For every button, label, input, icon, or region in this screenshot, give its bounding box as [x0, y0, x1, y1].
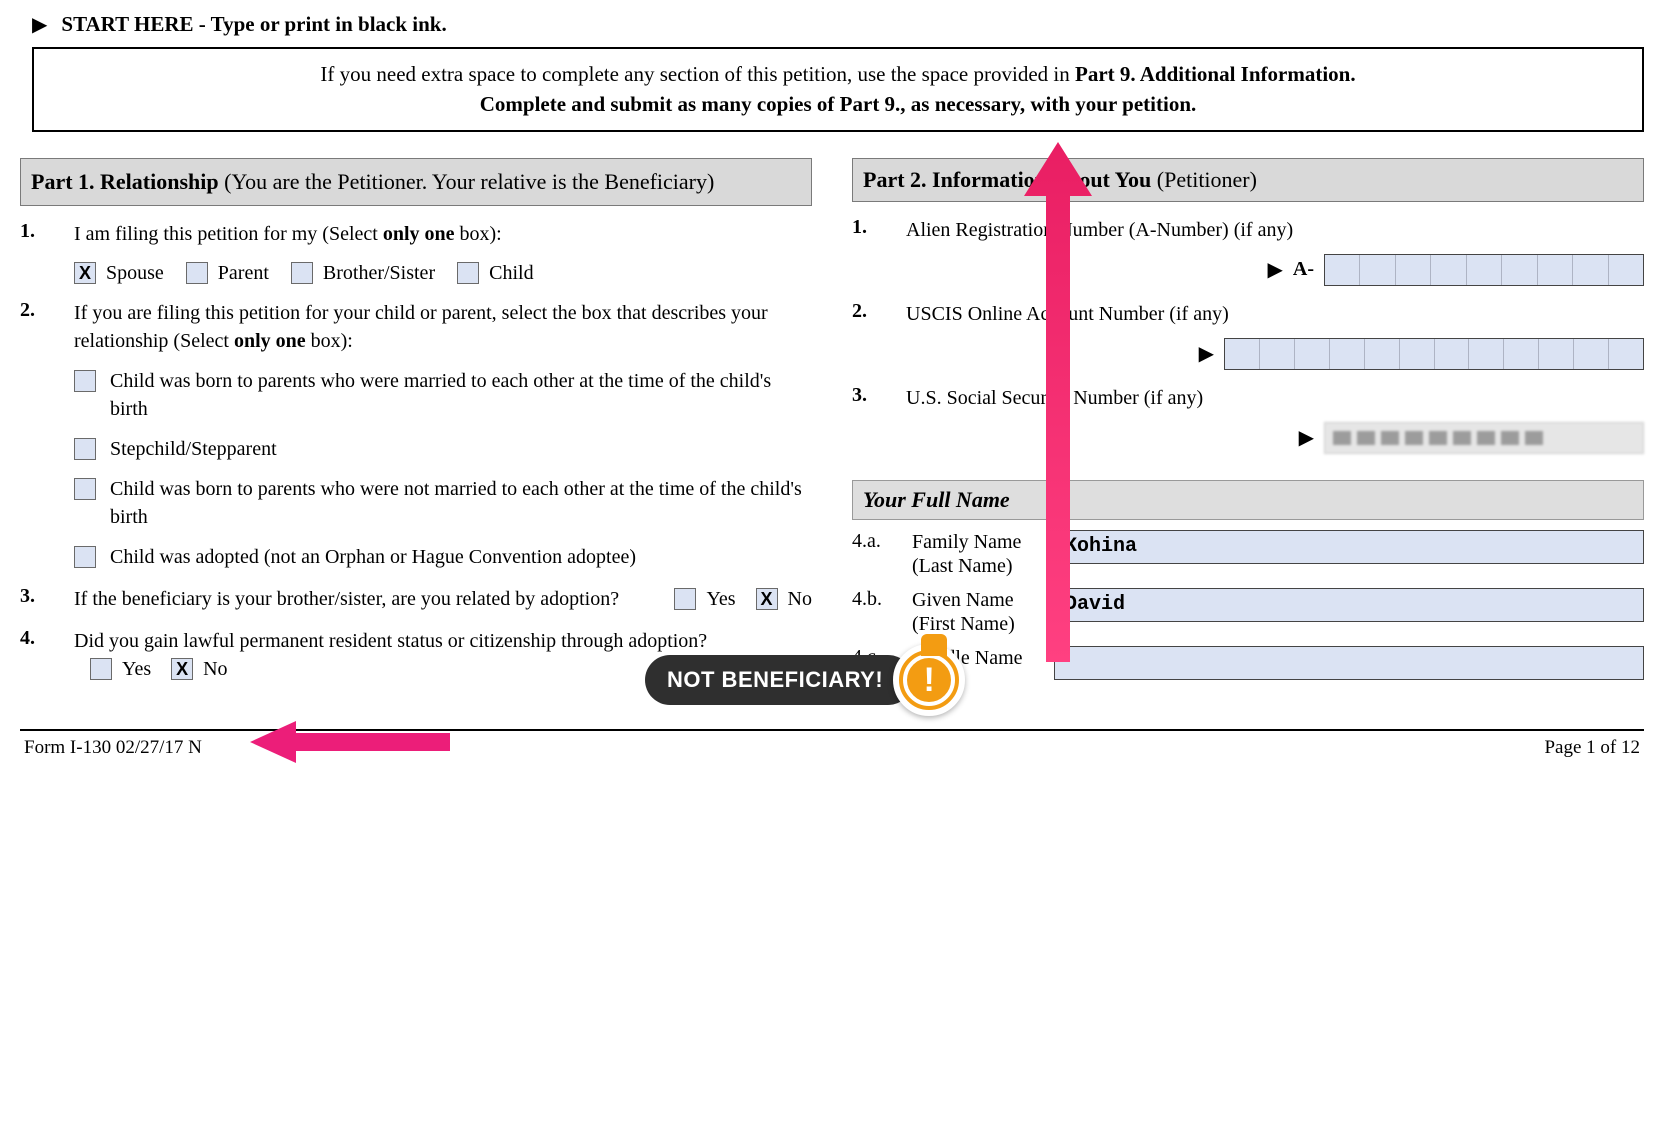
part-2-subtitle: (Petitioner) [1151, 167, 1257, 192]
part-2-title: Part 2. Information About You [863, 167, 1151, 192]
q4c-label: Middle Name [912, 646, 1042, 670]
q1-opt-spouse[interactable]: Spouse [74, 262, 164, 285]
q4-number: 4. [20, 627, 58, 650]
q4b-label: Given Name(First Name) [912, 588, 1042, 636]
q2-opt-c[interactable]: Child was born to parents who were not m… [74, 475, 812, 531]
row-given-name: 4.b. Given Name(First Name) David [852, 588, 1644, 636]
q1-text: I am filing this petition for my (Select… [74, 220, 812, 248]
checkbox-q2b[interactable] [74, 438, 96, 460]
q2-opt-a[interactable]: Child was born to parents who were marri… [74, 367, 812, 423]
q3-no[interactable]: No [756, 585, 812, 613]
extra-space-notice: If you need extra space to complete any … [32, 47, 1644, 132]
checkbox-q3-yes[interactable] [674, 588, 696, 610]
row-middle-name: 4.c. Middle Name [852, 646, 1644, 680]
start-here-text: START HERE - Type or print in black ink. [61, 12, 446, 37]
part-1-column: Part 1. Relationship (You are the Petiti… [20, 158, 812, 683]
triangle-right-icon: ▶ [1299, 425, 1314, 450]
notice-text-2: Complete and submit as many copies of Pa… [480, 92, 1197, 116]
q1-opt-parent[interactable]: Parent [186, 262, 269, 285]
given-name-field[interactable]: David [1054, 588, 1644, 622]
footer-page-number: Page 1 of 12 [1544, 737, 1640, 759]
q3-text: If the beneficiary is your brother/siste… [74, 585, 658, 613]
checkbox-q4-no[interactable] [171, 658, 193, 680]
q1-opt-brosis[interactable]: Brother/Sister [291, 262, 435, 285]
q2: 2. If you are filing this petition for y… [20, 299, 812, 355]
part-2-header: Part 2. Information About You (Petitione… [852, 158, 1644, 202]
q4c-number: 4.c. [852, 646, 900, 669]
p2-q3-text: U.S. Social Security Number (if any) [906, 384, 1644, 412]
q1-options: Spouse Parent Brother/Sister Child [74, 262, 812, 285]
part-2-column: Part 2. Information About You (Petitione… [852, 158, 1644, 680]
start-here-line: ▶ START HERE - Type or print in black in… [32, 12, 1644, 37]
q4a-number: 4.a. [852, 530, 900, 553]
p2-q1-number: 1. [852, 216, 890, 244]
triangle-right-icon: ▶ [1268, 257, 1283, 282]
q3-number: 3. [20, 585, 58, 608]
checkbox-spouse[interactable] [74, 262, 96, 284]
checkbox-q2c[interactable] [74, 478, 96, 500]
q4a-label: Family Name(Last Name) [912, 530, 1042, 578]
checkbox-q2d[interactable] [74, 546, 96, 568]
row-family-name: 4.a. Family Name(Last Name) Kohina [852, 530, 1644, 578]
p2-q2-text: USCIS Online Account Number (if any) [906, 300, 1644, 328]
q1: 1. I am filing this petition for my (Sel… [20, 220, 812, 248]
q1-opt-child[interactable]: Child [457, 262, 533, 285]
q2-number: 2. [20, 299, 58, 355]
p2-q3: 3. U.S. Social Security Number (if any) [852, 384, 1644, 412]
a-number-prefix: A- [1293, 258, 1314, 281]
p2-q3-number: 3. [852, 384, 890, 412]
q4: 4. Did you gain lawful permanent residen… [20, 627, 812, 683]
part-1-title: Part 1. Relationship [31, 169, 219, 194]
middle-name-field[interactable] [1054, 646, 1644, 680]
uscis-account-field[interactable] [1224, 338, 1644, 370]
q4-yes[interactable]: Yes [90, 655, 151, 683]
checkbox-q3-no[interactable] [756, 588, 778, 610]
q4-text: Did you gain lawful permanent resident s… [74, 627, 812, 655]
family-name-field[interactable]: Kohina [1054, 530, 1644, 564]
q2-opt-d[interactable]: Child was adopted (not an Orphan or Hagu… [74, 543, 812, 571]
a-number-field[interactable] [1324, 254, 1644, 286]
part-1-subtitle: (You are the Petitioner. Your relative i… [219, 169, 715, 194]
triangle-right-icon: ▶ [1199, 341, 1214, 366]
q4b-number: 4.b. [852, 588, 900, 611]
p2-q2: 2. USCIS Online Account Number (if any) [852, 300, 1644, 328]
checkbox-parent[interactable] [186, 262, 208, 284]
checkbox-q2a[interactable] [74, 370, 96, 392]
q4-no[interactable]: No [171, 655, 227, 683]
checkbox-brother-sister[interactable] [291, 262, 313, 284]
q2-opt-b[interactable]: Stepchild/Stepparent [74, 435, 812, 463]
part-1-header: Part 1. Relationship (You are the Petiti… [20, 158, 812, 206]
triangle-right-icon: ▶ [32, 12, 47, 37]
q1-number: 1. [20, 220, 58, 248]
footer-divider [20, 729, 1644, 731]
footer-form-id: Form I-130 02/27/17 N [24, 737, 202, 759]
full-name-subheader: Your Full Name [852, 480, 1644, 520]
annotation-arrow-left-icon [250, 719, 450, 765]
notice-text-1: If you need extra space to complete any … [320, 62, 1075, 86]
q3: 3. If the beneficiary is your brother/si… [20, 585, 812, 613]
p2-q1: 1. Alien Registration Number (A-Number) … [852, 216, 1644, 244]
p2-q1-text: Alien Registration Number (A-Number) (if… [906, 216, 1644, 244]
q2-text: If you are filing this petition for your… [74, 299, 812, 355]
checkbox-q4-yes[interactable] [90, 658, 112, 680]
notice-text-bold: Part 9. Additional Information. [1075, 62, 1356, 86]
ssn-field-redacted [1324, 422, 1644, 454]
form-page: ▶ START HERE - Type or print in black in… [20, 12, 1644, 759]
page-footer: Form I-130 02/27/17 N Page 1 of 12 [20, 737, 1644, 759]
checkbox-child[interactable] [457, 262, 479, 284]
q3-yes[interactable]: Yes [674, 585, 735, 613]
p2-q2-number: 2. [852, 300, 890, 328]
